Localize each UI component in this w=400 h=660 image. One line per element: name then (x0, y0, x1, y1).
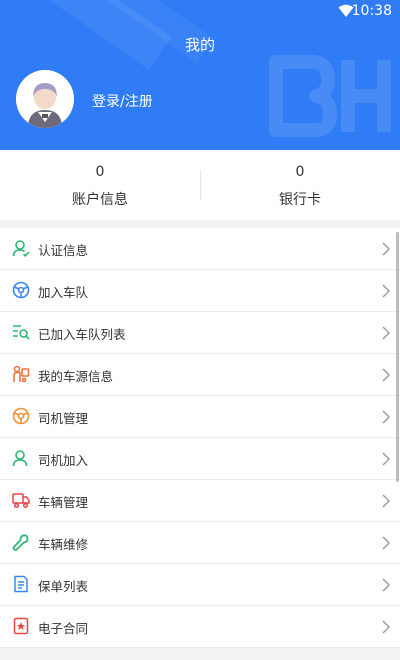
account-info-stat[interactable]: 0 账户信息 (0, 150, 200, 220)
menu-label: 我的车源信息 (38, 369, 114, 384)
bank-card-value: 0 (295, 164, 305, 180)
stats-panel: 0 账户信息 0 银行卡 (0, 150, 400, 220)
chevron-right-icon (382, 368, 390, 382)
menu-label: 加入车队 (38, 285, 89, 300)
bank-card-stat[interactable]: 0 银行卡 (200, 150, 400, 220)
menu-item-e-contract[interactable]: 电子合同 (0, 606, 400, 648)
truck-cargo-icon (13, 365, 30, 383)
menu-label: 电子合同 (38, 621, 89, 636)
menu-label: 司机加入 (38, 453, 89, 468)
menu-item-my-vehicle-source[interactable]: 我的车源信息 (0, 354, 400, 396)
document-icon (14, 575, 28, 593)
header: 10:38 我的 登录/注册 (0, 0, 400, 150)
user-avatar-icon (16, 70, 74, 128)
account-info-value: 0 (95, 164, 105, 180)
bank-card-label: 银行卡 (279, 192, 321, 208)
login-register-link[interactable]: 登录/注册 (92, 91, 153, 111)
menu-item-driver-management[interactable]: 司机管理 (0, 396, 400, 438)
menu-label: 司机管理 (38, 411, 89, 426)
menu-item-join-fleet[interactable]: 加入车队 (0, 270, 400, 312)
person-add-icon (12, 450, 28, 467)
menu-item-vehicle-management[interactable]: 车辆管理 (0, 480, 400, 522)
avatar[interactable] (16, 70, 74, 128)
status-time: 10:38 (351, 3, 392, 19)
chevron-right-icon (382, 536, 390, 550)
chevron-right-icon (382, 452, 390, 466)
chevron-right-icon (382, 410, 390, 424)
menu-item-driver-join[interactable]: 司机加入 (0, 438, 400, 480)
chevron-right-icon (382, 620, 390, 634)
menu-item-vehicle-repair[interactable]: 车辆维修 (0, 522, 400, 564)
menu-item-joined-fleets[interactable]: 已加入车队列表 (0, 312, 400, 354)
menu-item-certification[interactable]: 认证信息 (0, 228, 400, 270)
scrollbar[interactable] (396, 232, 399, 482)
menu-label: 车辆管理 (38, 495, 89, 510)
account-info-label: 账户信息 (72, 192, 128, 208)
menu-item-policy-list[interactable]: 保单列表 (0, 564, 400, 606)
menu-label: 已加入车队列表 (38, 327, 126, 342)
menu-label: 认证信息 (38, 243, 89, 258)
wrench-icon (12, 534, 29, 551)
chevron-right-icon (382, 326, 390, 340)
contract-icon (13, 617, 29, 635)
steering-wheel-icon (12, 407, 30, 425)
person-check-icon (12, 240, 30, 257)
status-bar: 10:38 (0, 0, 400, 24)
chevron-right-icon (382, 494, 390, 508)
chevron-right-icon (382, 578, 390, 592)
menu-list: 认证信息 加入车队 已加入车队列表 我的车源信息 司机管理 司机加入 车辆管理 … (0, 228, 400, 648)
chevron-right-icon (382, 242, 390, 256)
page-title: 我的 (184, 36, 215, 54)
chevron-right-icon (382, 284, 390, 298)
list-search-icon (13, 325, 30, 340)
steering-wheel-icon (12, 281, 30, 299)
menu-label: 车辆维修 (38, 537, 89, 552)
menu-label: 保单列表 (38, 579, 89, 594)
bh-logo-watermark-icon (269, 55, 391, 137)
truck-icon (12, 493, 30, 509)
